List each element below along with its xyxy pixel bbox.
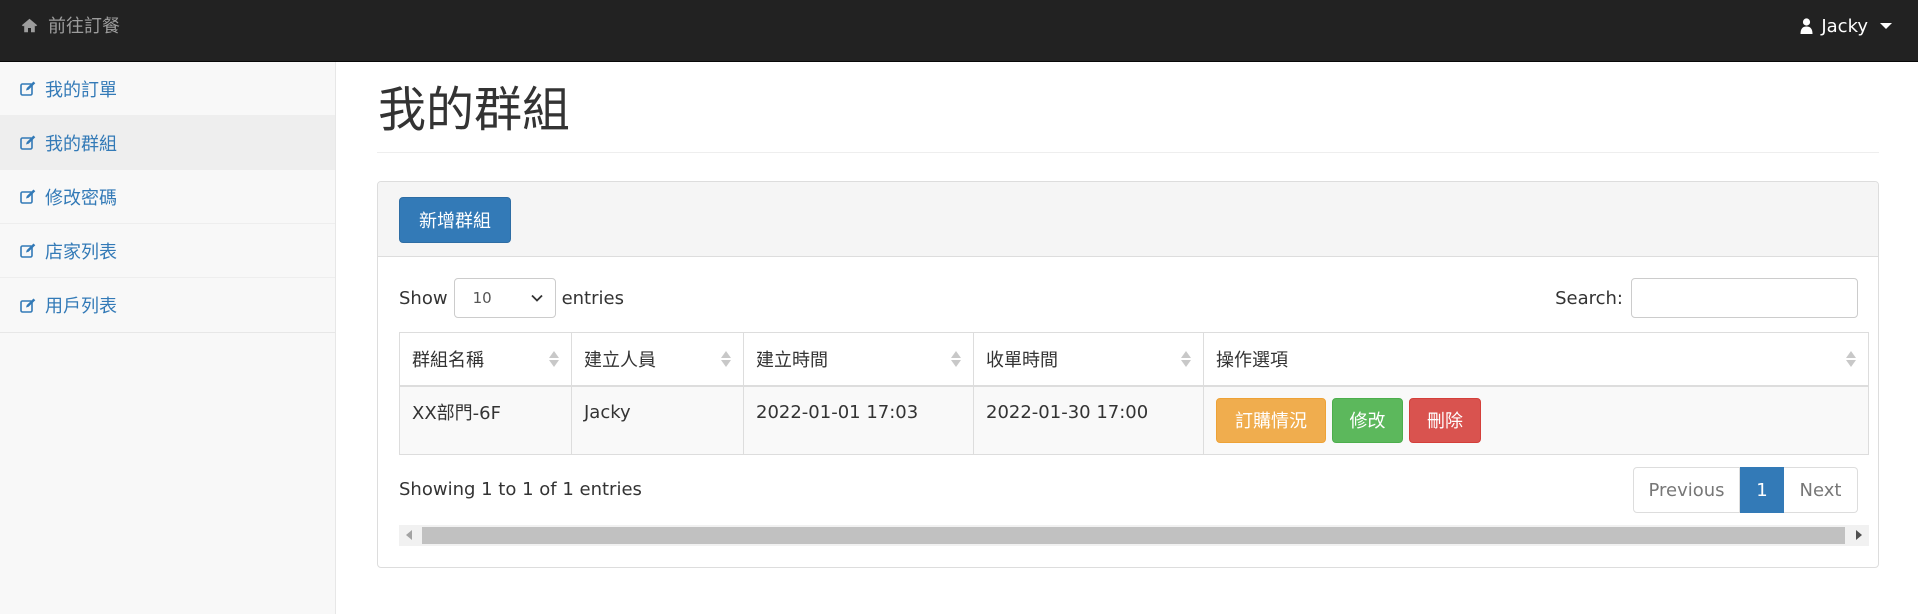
groups-panel: 新增群組 Show 10 entries Search: 群組名稱 建立人員 建… — [377, 181, 1879, 568]
pagination-previous[interactable]: Previous — [1633, 467, 1740, 513]
brand-link[interactable]: 前往訂餐 — [21, 13, 120, 37]
table-info: Showing 1 to 1 of 1 entries — [399, 479, 642, 500]
search-input[interactable] — [1631, 278, 1858, 318]
home-icon — [21, 18, 38, 32]
action-buttons: 訂購情況 修改 刪除 — [1216, 397, 1856, 443]
sidebar-item-users[interactable]: 用戶列表 — [0, 278, 335, 332]
panel-heading: 新增群組 — [378, 182, 1878, 257]
user-icon — [1800, 18, 1813, 34]
entries-length-control: Show 10 entries — [399, 278, 624, 318]
search-control: Search: — [1555, 278, 1858, 318]
sort-icon — [549, 350, 559, 368]
entries-label: entries — [561, 287, 624, 309]
sidebar-item-change-password[interactable]: 修改密碼 — [0, 170, 335, 224]
divider — [377, 152, 1879, 153]
search-label: Search: — [1555, 287, 1623, 309]
column-header-created-time[interactable]: 建立時間 — [743, 332, 974, 387]
chevron-down-icon — [530, 294, 543, 302]
horizontal-scrollbar[interactable] — [399, 525, 1869, 546]
cell-creator: Jacky — [571, 385, 744, 455]
edit-icon — [20, 243, 36, 258]
groups-table: 群組名稱 建立人員 建立時間 收單時間 操作選項 XX部門-6F Jacky 2… — [399, 332, 1869, 455]
sort-icon — [1846, 350, 1856, 368]
sidebar-item-label: 店家列表 — [45, 241, 117, 263]
column-header-group-name[interactable]: 群組名稱 — [399, 332, 572, 387]
table-header-row: 群組名稱 建立人員 建立時間 收單時間 操作選項 — [399, 332, 1869, 387]
cell-created-time: 2022-01-01 17:03 — [743, 385, 974, 455]
order-status-button[interactable]: 訂購情況 — [1216, 397, 1326, 443]
edit-icon — [20, 189, 36, 204]
pagination-page-1[interactable]: 1 — [1740, 467, 1784, 513]
sidebar-item-my-orders[interactable]: 我的訂單 — [0, 62, 335, 116]
sidebar-item-stores[interactable]: 店家列表 — [0, 224, 335, 278]
sidebar-menu: 我的訂單 我的群組 修改密碼 店家列表 用戶列表 — [0, 62, 335, 333]
entries-value: 10 — [472, 289, 492, 307]
brand-label: 前往訂餐 — [48, 16, 120, 37]
show-label: Show — [399, 287, 448, 309]
top-navbar: 前往訂餐 Jacky — [0, 0, 1918, 62]
scroll-right-icon[interactable] — [1856, 530, 1862, 540]
sidebar-item-label: 我的訂單 — [45, 79, 117, 101]
column-header-creator[interactable]: 建立人員 — [571, 332, 744, 387]
user-menu[interactable]: Jacky — [1800, 14, 1892, 38]
cell-group-name: XX部門-6F — [399, 385, 572, 455]
scroll-left-icon[interactable] — [406, 530, 412, 540]
edit-button[interactable]: 修改 — [1332, 397, 1403, 443]
pagination-next[interactable]: Next — [1784, 467, 1858, 513]
user-name: Jacky — [1821, 15, 1868, 37]
sort-icon — [951, 350, 961, 368]
sort-icon — [1181, 350, 1191, 368]
chevron-down-icon — [1880, 23, 1892, 29]
column-header-actions[interactable]: 操作選項 — [1203, 332, 1869, 387]
column-header-closing-time[interactable]: 收單時間 — [973, 332, 1204, 387]
page-title: 我的群組 — [378, 82, 571, 138]
entries-select[interactable]: 10 — [453, 278, 556, 318]
pagination: Previous 1 Next — [1633, 467, 1858, 513]
table-row: XX部門-6F Jacky 2022-01-01 17:03 2022-01-3… — [399, 385, 1869, 455]
edit-icon — [20, 135, 36, 150]
edit-icon — [20, 298, 36, 313]
sidebar-item-label: 修改密碼 — [45, 187, 117, 209]
add-group-button[interactable]: 新增群組 — [399, 197, 511, 243]
sidebar-item-my-groups[interactable]: 我的群組 — [0, 116, 335, 170]
sidebar-item-label: 我的群組 — [45, 133, 117, 155]
scrollbar-thumb[interactable] — [422, 527, 1845, 544]
edit-icon — [20, 81, 36, 96]
sidebar: 我的訂單 我的群組 修改密碼 店家列表 用戶列表 — [0, 62, 336, 614]
cell-closing-time: 2022-01-30 17:00 — [973, 385, 1204, 455]
sidebar-item-label: 用戶列表 — [45, 296, 117, 317]
delete-button[interactable]: 刪除 — [1409, 397, 1481, 443]
sort-icon — [721, 350, 731, 368]
cell-actions: 訂購情況 修改 刪除 — [1203, 385, 1869, 455]
